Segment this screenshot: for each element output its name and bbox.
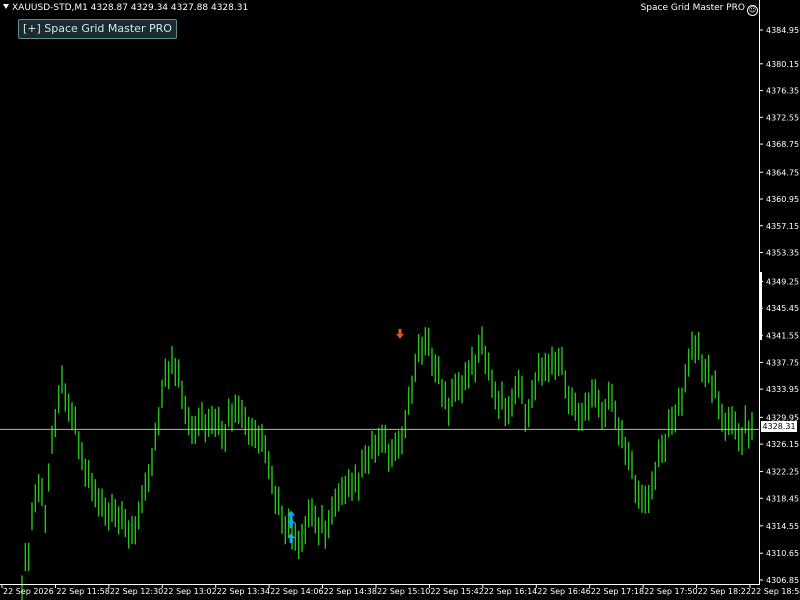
price-axis-label: 4337.75 [766, 358, 799, 367]
time-axis-label: 22 Sep 16:14 [484, 587, 537, 596]
trade-markers [287, 328, 404, 544]
price-axis-label: 4360.95 [766, 195, 799, 204]
price-axis-label: 4380.15 [766, 60, 799, 69]
price-axis[interactable]: 4384.95 4380.15 4376.35 4372.55 4368.75 4364.… [760, 26, 799, 585]
sell-arrow-icon[interactable] [396, 328, 404, 339]
symbol-info-text: XAUUSD-STD,M1 4328.87 4329.34 4327.88 43… [12, 3, 249, 13]
price-axis-label: 4310.65 [766, 549, 799, 558]
smiley-icon[interactable]: ☺ [747, 5, 758, 16]
time-axis-label: 22 Sep 15:10 [377, 587, 430, 596]
time-axis-label: 22 Sep 13:02 [163, 587, 216, 596]
expert-advisor-label: Space Grid Master PRO ☺ [641, 3, 758, 16]
ea-name: Space Grid Master PRO [640, 3, 745, 13]
price-axis-label: 4353.35 [766, 249, 799, 258]
candle-series [21, 326, 753, 600]
time-axis-label: 22 Sep 16:46 [537, 587, 590, 596]
time-axis-label: 22 Sep 14:38 [324, 587, 377, 596]
current-price-tag: 4328.31 [761, 421, 797, 432]
price-chart[interactable]: 4384.95 4380.15 4376.35 4372.55 4368.75 4364.… [0, 0, 800, 600]
price-axis-label: 4306.85 [766, 576, 799, 585]
price-axis-label: 4364.75 [766, 168, 799, 177]
time-axis-label: 22 Sep 18:54 [751, 587, 800, 596]
price-axis-label: 4326.15 [766, 440, 799, 449]
price-axis-label: 4357.15 [766, 222, 799, 231]
price-axis-label: 4349.25 [766, 277, 799, 286]
price-axis-label: 4368.75 [766, 140, 799, 149]
price-axis-label: 4341.55 [766, 332, 799, 341]
price-axis-label: 4376.35 [766, 87, 799, 96]
price-axis-label: 4314.55 [766, 522, 799, 531]
expand-panel-button[interactable]: [+] Space Grid Master PRO [18, 19, 177, 39]
price-axis-label: 4322.25 [766, 468, 799, 477]
price-axis-label: 4345.45 [766, 304, 799, 313]
time-axis-label: 22 Sep 17:50 [644, 587, 697, 596]
price-axis-label: 4318.45 [766, 494, 799, 503]
time-axis-label: 22 Sep 15:42 [430, 587, 483, 596]
time-axis-label: 22 Sep 13:34 [217, 587, 270, 596]
time-axis-label: 22 Sep 18:22 [698, 587, 751, 596]
time-axis-label: 22 Sep 17:18 [591, 587, 644, 596]
time-axis-label: 22 Sep 2026 [3, 587, 54, 596]
time-axis-label: 22 Sep 11:58 [56, 587, 109, 596]
time-axis[interactable]: 22 Sep 2026 22 Sep 11:58 22 Sep 12:30 22 Se… [1, 584, 800, 596]
price-axis-label: 4372.55 [766, 113, 799, 122]
price-axis-label: 4384.95 [766, 26, 799, 35]
time-axis-label: 22 Sep 14:06 [270, 587, 323, 596]
time-axis-label: 22 Sep 12:30 [110, 587, 163, 596]
symbol-info: XAUUSD-STD,M1 4328.87 4329.34 4327.88 43… [3, 3, 248, 13]
price-axis-label: 4333.95 [766, 385, 799, 394]
dropdown-triangle-icon[interactable] [3, 4, 9, 9]
